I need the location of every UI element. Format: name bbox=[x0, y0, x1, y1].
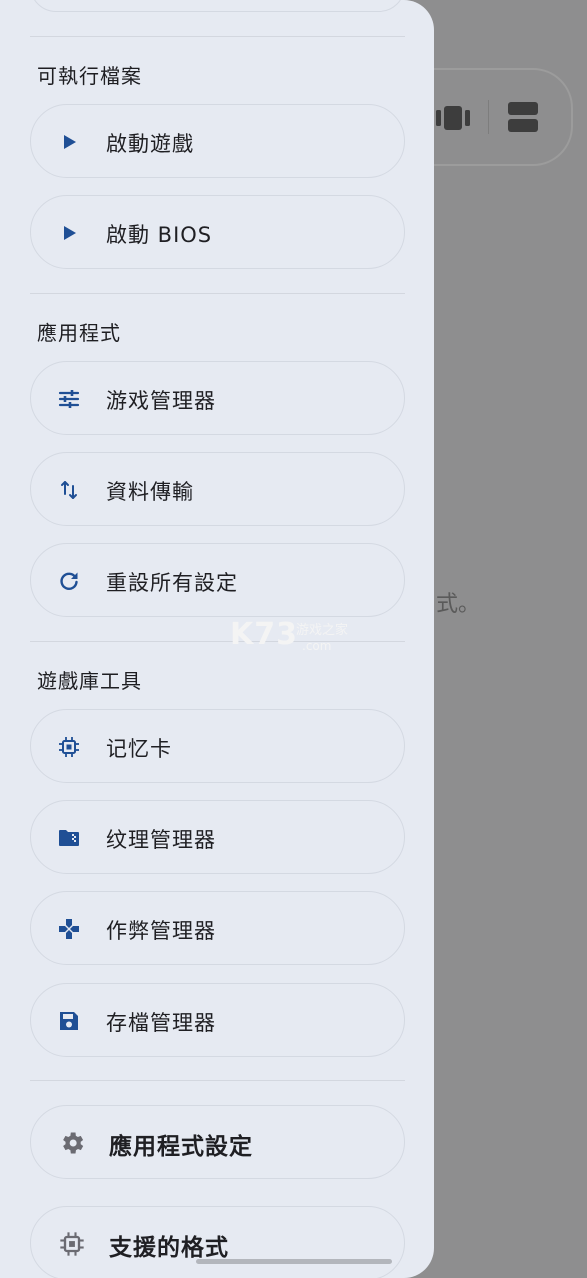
item-label: 支援的格式 bbox=[109, 1235, 229, 1261]
save-manager-button[interactable]: 存檔管理器 bbox=[30, 983, 405, 1057]
item-label: 存檔管理器 bbox=[106, 1011, 216, 1035]
section-title-application: 應用程式 bbox=[37, 321, 121, 345]
chip-icon bbox=[59, 737, 79, 757]
chip-icon bbox=[60, 1232, 84, 1256]
folder-zip-icon bbox=[59, 830, 79, 846]
carousel-view-icon[interactable] bbox=[436, 106, 470, 130]
supported-formats-button[interactable]: 支援的格式 bbox=[30, 1206, 405, 1278]
gear-icon bbox=[63, 1132, 84, 1154]
memory-card-button[interactable]: 记忆卡 bbox=[30, 709, 405, 783]
game-manager-button[interactable]: 游戏管理器 bbox=[30, 361, 405, 435]
home-indicator[interactable] bbox=[196, 1259, 392, 1264]
play-icon bbox=[64, 135, 76, 149]
sliders-icon bbox=[58, 390, 80, 408]
section-title-library-tools: 遊戲庫工具 bbox=[37, 669, 142, 693]
divider bbox=[30, 1080, 405, 1081]
item-label: 應用程式設定 bbox=[109, 1134, 253, 1160]
drawer-item-partial[interactable] bbox=[30, 0, 405, 12]
watermark-logo: K73 bbox=[230, 617, 298, 652]
gamepad-icon bbox=[59, 919, 79, 939]
item-label: 重設所有設定 bbox=[106, 571, 238, 595]
item-label: 資料傳輸 bbox=[106, 480, 194, 504]
watermark: K73 游戏之家 .com bbox=[230, 617, 348, 653]
divider bbox=[30, 36, 405, 37]
cheat-manager-button[interactable]: 作弊管理器 bbox=[30, 891, 405, 965]
divider bbox=[30, 641, 405, 642]
refresh-icon bbox=[60, 572, 78, 590]
texture-manager-button[interactable]: 纹理管理器 bbox=[30, 800, 405, 874]
data-transfer-button[interactable]: 資料傳輸 bbox=[30, 452, 405, 526]
watermark-domain: .com bbox=[302, 639, 332, 653]
section-title-executables: 可執行檔案 bbox=[37, 64, 142, 88]
swap-vertical-icon bbox=[61, 481, 77, 499]
navigation-drawer: 可執行檔案 啟動遊戲 啟動 BIOS 應用程式 游戏管理器 資料傳輸 重設所有設… bbox=[0, 0, 434, 1278]
item-label: 啟動 BIOS bbox=[106, 223, 213, 247]
list-view-icon[interactable] bbox=[507, 101, 539, 133]
divider bbox=[30, 293, 405, 294]
play-icon bbox=[64, 226, 76, 240]
launch-bios-button[interactable]: 啟動 BIOS bbox=[30, 195, 405, 269]
item-label: 游戏管理器 bbox=[106, 389, 216, 413]
item-label: 纹理管理器 bbox=[106, 828, 216, 852]
app-settings-button[interactable]: 應用程式設定 bbox=[30, 1105, 405, 1179]
background-hint-text: 式。 bbox=[436, 592, 481, 617]
item-label: 记忆卡 bbox=[106, 737, 172, 761]
launch-game-button[interactable]: 啟動遊戲 bbox=[30, 104, 405, 178]
reset-settings-button[interactable]: 重設所有設定 bbox=[30, 543, 405, 617]
item-label: 啟動遊戲 bbox=[106, 132, 194, 156]
save-icon bbox=[60, 1012, 78, 1030]
watermark-text: 游戏之家 bbox=[296, 623, 349, 638]
toolbar-divider bbox=[488, 100, 489, 134]
item-label: 作弊管理器 bbox=[106, 919, 216, 943]
